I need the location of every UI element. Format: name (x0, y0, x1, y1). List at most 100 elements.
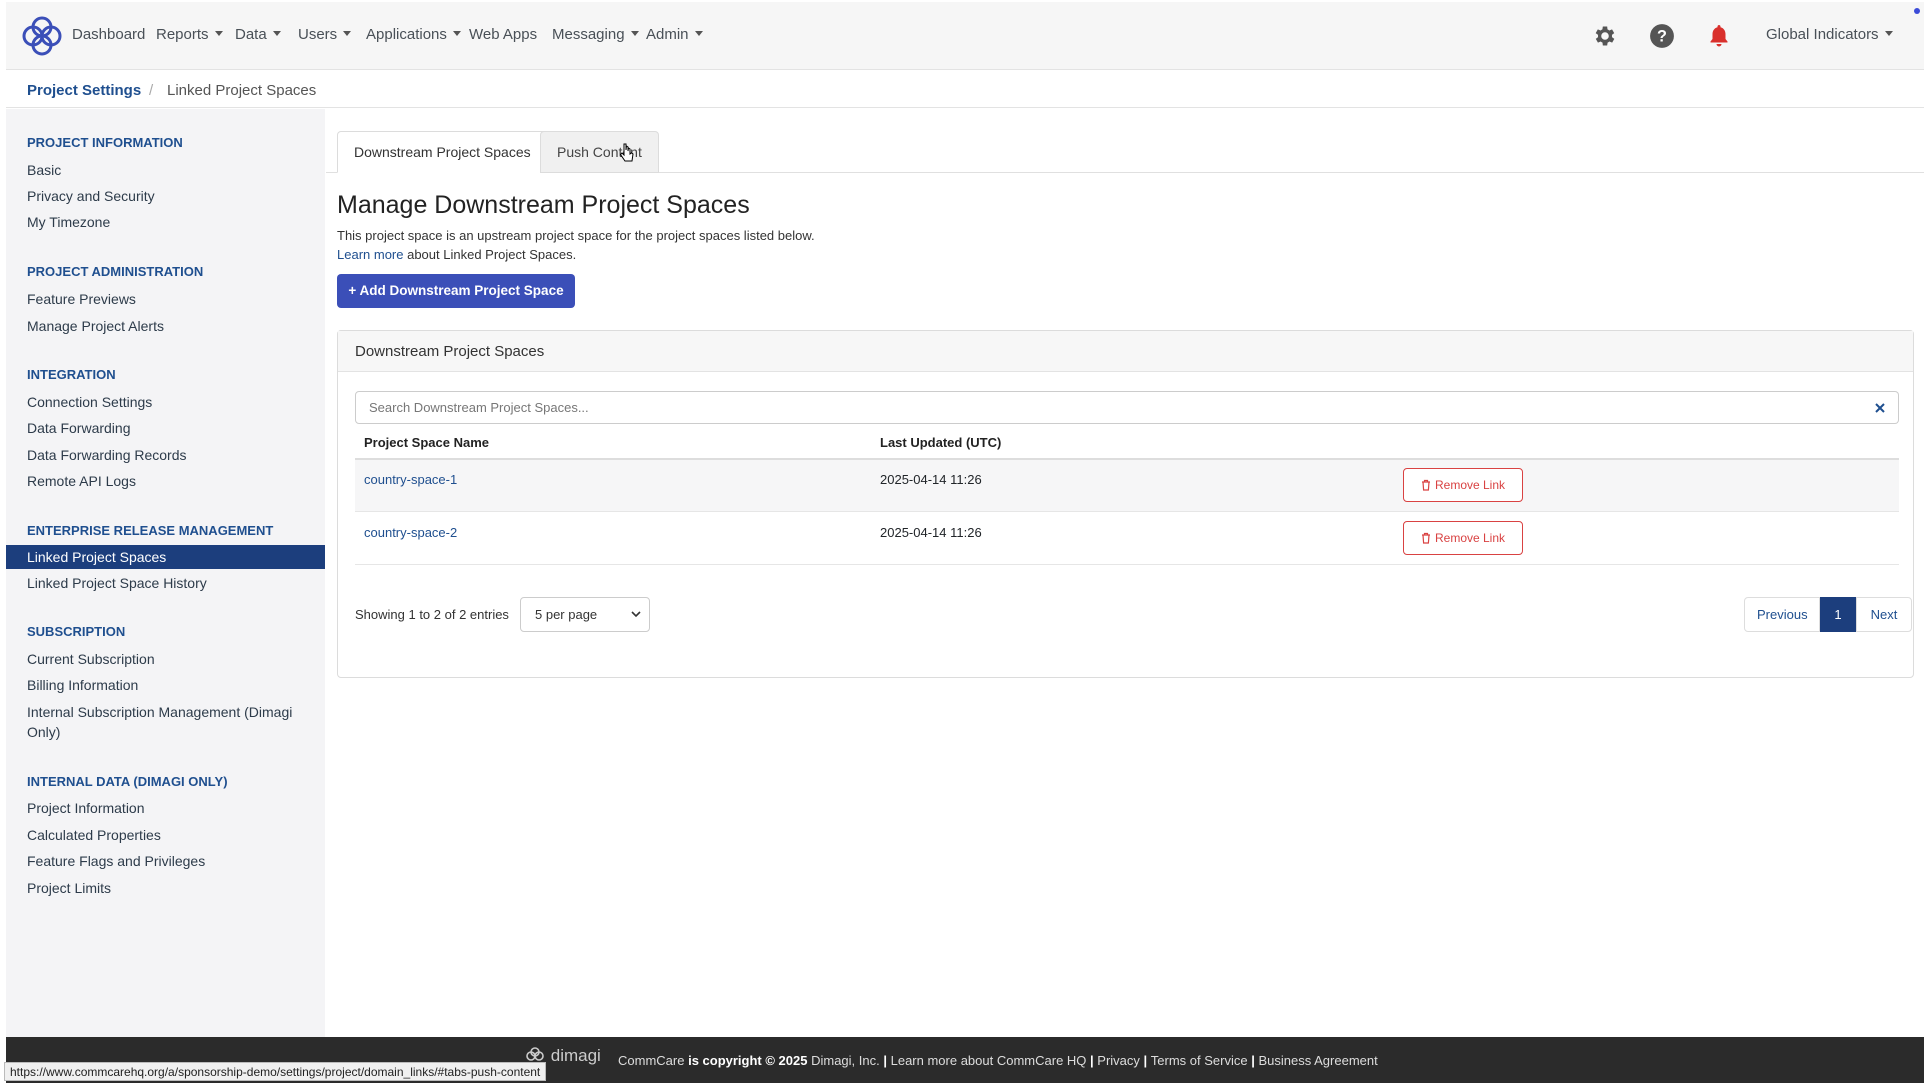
downstream-spaces-panel: Downstream Project Spaces Project Space … (337, 330, 1914, 678)
breadcrumb-current: Linked Project Spaces (167, 82, 317, 99)
sidebar-item-basic[interactable]: Basic (27, 162, 61, 178)
status-dot (1914, 8, 1920, 14)
last-updated-cell: 2025-04-14 11:26 (880, 525, 982, 540)
dimagi-logo-text: dimagi (550, 1046, 601, 1065)
sidebar-item-my-timezone[interactable]: My Timezone (27, 214, 110, 230)
panel-header: Downstream Project Spaces (338, 331, 1913, 372)
caret-down-icon (343, 31, 352, 36)
sidebar-item-data-forwarding[interactable]: Data Forwarding (27, 420, 131, 436)
sidebar-item-current-subscription[interactable]: Current Subscription (27, 651, 155, 667)
bell-icon[interactable] (1705, 22, 1733, 50)
nav-users[interactable]: Users (298, 26, 352, 43)
caret-down-icon (630, 31, 639, 36)
breadcrumb-separator: / (149, 82, 154, 99)
sidebar-item-calculated-properties[interactable]: Calculated Properties (27, 827, 161, 843)
sidebar-item-linked-project-space-history[interactable]: Linked Project Space History (27, 575, 207, 591)
sidebar-heading-project-information: Project Information (27, 135, 183, 150)
page-title: Manage Downstream Project Spaces (337, 191, 750, 219)
sidebar-item-project-information[interactable]: Project Information (27, 800, 145, 816)
learn-more-line: Learn more about Linked Project Spaces. (337, 247, 576, 262)
add-downstream-project-space-button[interactable]: + Add Downstream Project Space (337, 274, 575, 308)
close-icon (1875, 402, 1885, 413)
footer-commcare: CommCare (618, 1053, 685, 1068)
sidebar-item-privacy-security[interactable]: Privacy and Security (27, 188, 155, 204)
sidebar-item-project-limits[interactable]: Project Limits (27, 880, 111, 896)
sidebar-item-internal-subscription-management[interactable]: Internal Subscription Management (Dimagi (27, 704, 292, 720)
sidebar-item-remote-api-logs[interactable]: Remote API Logs (27, 473, 136, 489)
footer-separator: | (883, 1053, 891, 1068)
account-menu[interactable]: Global Indicators (1766, 26, 1893, 43)
sidebar-item-label: Linked Project Spaces (27, 549, 167, 565)
learn-more-text: about Linked Project Spaces. (403, 247, 577, 262)
remove-link-label: Remove Link (1434, 531, 1506, 545)
sidebar-item-data-forwarding-records[interactable]: Data Forwarding Records (27, 447, 187, 463)
learn-more-link[interactable]: Learn more (337, 247, 403, 262)
remove-link-label: Remove Link (1434, 478, 1506, 492)
nav-applications[interactable]: Applications (366, 26, 461, 43)
mouse-cursor-icon (620, 143, 634, 162)
footer-text: CommCare is copyright © 2025 Dimagi, Inc… (618, 1053, 1378, 1068)
svg-text:?: ? (1657, 27, 1667, 45)
remove-link-button[interactable]: Remove Link (1403, 468, 1523, 502)
column-header-last-updated[interactable]: Last Updated (UTC) (880, 435, 1001, 450)
top-navbar: Dashboard Reports Data Users Application… (6, 2, 1924, 70)
footer-link-terms[interactable]: Terms of Service (1151, 1053, 1248, 1068)
remove-link-button[interactable]: Remove Link (1403, 521, 1523, 555)
footer-copyright: is copyright © 2025 (684, 1053, 812, 1068)
caret-down-icon (694, 31, 703, 36)
footer-link-privacy[interactable]: Privacy (1097, 1053, 1140, 1068)
sidebar-item-feature-previews[interactable]: Feature Previews (27, 291, 136, 307)
nav-dashboard[interactable]: Dashboard (72, 26, 145, 43)
nav-reports[interactable]: Reports (156, 26, 223, 43)
main-content: Downstream Project Spaces Push Content M… (326, 109, 1924, 1037)
column-header-name[interactable]: Project Space Name (364, 435, 489, 450)
nav-messaging[interactable]: Messaging (552, 26, 639, 43)
caret-down-icon (214, 31, 223, 36)
per-page-select[interactable]: 5 per page (520, 597, 650, 632)
project-space-link[interactable]: country-space-1 (364, 472, 457, 487)
search-input[interactable] (355, 391, 1863, 424)
sidebar-item-billing-information[interactable]: Billing Information (27, 677, 138, 693)
table-row: country-space-2 2025-04-14 11:26 Remove … (355, 513, 1899, 565)
footer-link-learn-more[interactable]: Learn more about CommCare HQ (891, 1053, 1087, 1068)
nav-data[interactable]: Data (235, 26, 281, 43)
sidebar-heading-enterprise-release-management: Enterprise Release Management (27, 523, 274, 538)
clear-search-button[interactable] (1862, 391, 1899, 424)
per-page-value: 5 per page (535, 607, 598, 622)
table-row: country-space-1 2025-04-14 11:26 Remove … (355, 460, 1899, 512)
sidebar-item-internal-subscription-management-cont[interactable]: Only) (27, 724, 60, 740)
pagination-next[interactable]: Next (1856, 597, 1912, 632)
help-icon[interactable]: ? (1648, 22, 1676, 50)
trash-icon (1421, 479, 1430, 491)
sidebar-item-feature-flags[interactable]: Feature Flags and Privileges (27, 853, 205, 869)
trash-icon (1421, 532, 1430, 544)
commcare-logo-icon[interactable] (20, 14, 64, 58)
caret-down-icon (1884, 31, 1893, 36)
status-bar-url: https://www.commcarehq.org/a/sponsorship… (4, 1062, 547, 1081)
chevron-down-icon (631, 598, 641, 643)
pagination: Previous 1 Next (1744, 597, 1912, 632)
sidebar-heading-project-administration: Project Administration (27, 264, 204, 279)
sidebar-item-linked-project-spaces[interactable]: Linked Project Spaces (6, 545, 325, 569)
project-space-link[interactable]: country-space-2 (364, 525, 457, 540)
sidebar-heading-internal-data: Internal Data (Dimagi Only) (27, 774, 228, 789)
sidebar-item-connection-settings[interactable]: Connection Settings (27, 394, 152, 410)
pagination-previous[interactable]: Previous (1744, 597, 1820, 632)
pagination-page-1[interactable]: 1 (1820, 597, 1856, 632)
caret-down-icon (272, 31, 281, 36)
page-description: This project space is an upstream projec… (337, 228, 815, 243)
breadcrumb: Project Settings / Linked Project Spaces (6, 70, 1924, 108)
gear-icon[interactable] (1591, 22, 1619, 50)
nav-web-apps[interactable]: Web Apps (469, 26, 537, 43)
footer-separator: | (1143, 1053, 1151, 1068)
breadcrumb-project-settings[interactable]: Project Settings (27, 82, 141, 99)
footer-link-business-agreement[interactable]: Business Agreement (1258, 1053, 1377, 1068)
sidebar-item-manage-project-alerts[interactable]: Manage Project Alerts (27, 318, 164, 334)
footer-org-link[interactable]: Dimagi, Inc. (811, 1053, 880, 1068)
tab-push-content[interactable]: Push Content (540, 131, 659, 173)
tab-downstream-project-spaces[interactable]: Downstream Project Spaces (337, 131, 548, 173)
panel-title: Downstream Project Spaces (355, 343, 545, 360)
nav-admin[interactable]: Admin (646, 26, 703, 43)
sidebar-heading-integration: Integration (27, 367, 116, 382)
caret-down-icon (452, 31, 461, 36)
